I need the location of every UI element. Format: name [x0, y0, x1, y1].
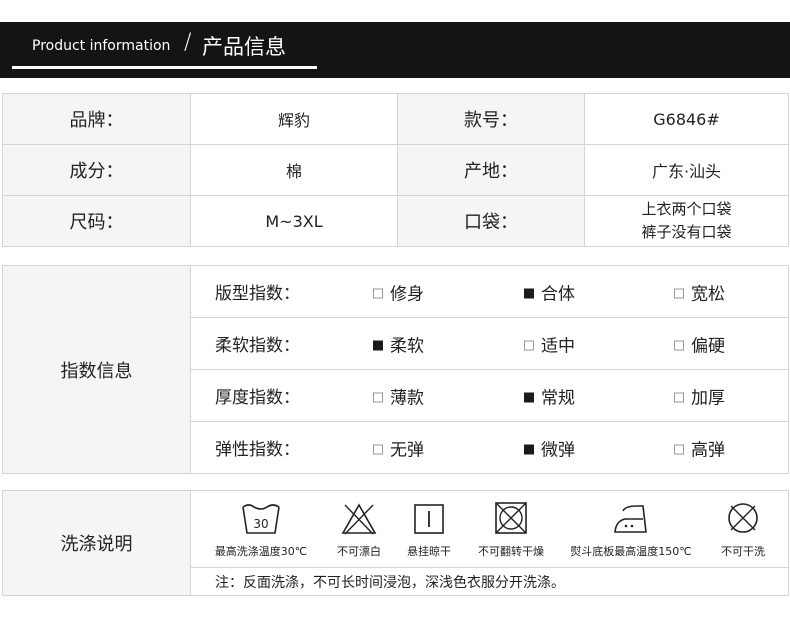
index-option-label: 微弹	[541, 440, 575, 460]
no-tumble-dry-item: 不可翻转干燥	[461, 499, 561, 559]
index-option-label: 加厚	[691, 388, 725, 408]
iron-label: 熨斗底板最高温度150℃	[570, 545, 692, 558]
index-option-label: 薄款	[390, 388, 424, 408]
index-option: 微弹	[524, 435, 575, 460]
wash-30-item: 30 最高洗涤温度30℃	[201, 499, 321, 559]
table-row: 洗涤说明 30 最高洗涤温度30℃ 不可漂白 悬挂晾干 不可翻转干燥 熨斗底板最…	[2, 490, 789, 596]
material-value: 棉	[190, 144, 398, 196]
table-row: 品牌： 辉豹 款号： G6846#	[2, 93, 789, 145]
elasticity-index-row: 弹性指数： 无弹 微弹 高弹	[190, 421, 789, 474]
softness-index-label: 柔软指数：	[215, 336, 300, 356]
wash-30-label: 最高洗涤温度30℃	[214, 545, 308, 558]
product-info-table: 品牌： 辉豹 款号： G6846# 成分： 棉 产地： 广东·汕头 尺码： M~…	[2, 93, 789, 247]
index-option-label: 适中	[541, 336, 575, 356]
size-value: M~3XL	[190, 195, 398, 247]
table-row: 尺码： M~3XL 口袋： 上衣两个口袋 裤子没有口袋	[2, 195, 789, 247]
header-underline	[12, 66, 317, 69]
index-option-label: 偏硬	[691, 336, 725, 356]
care-note: 注：反面洗涤，不可长时间浸泡，深浅色衣服分开洗涤。	[190, 567, 789, 596]
header-slash: /	[184, 30, 192, 55]
wash-30-number: 30	[253, 517, 268, 531]
checked-box-icon	[524, 392, 534, 402]
care-title: 洗涤说明	[2, 490, 191, 596]
index-option: 高弹	[674, 435, 725, 460]
iron-item: 熨斗底板最高温度150℃	[561, 499, 701, 559]
style-number-value: G6846#	[584, 93, 789, 145]
no-dry-clean-item: 不可干洗	[703, 499, 783, 559]
unchecked-box-icon	[674, 340, 684, 350]
checked-box-icon	[373, 340, 383, 350]
pocket-value-line-2: 裤子没有口袋	[641, 223, 732, 241]
index-option: 无弹	[373, 435, 424, 460]
header-title-zh: 产品信息	[202, 35, 286, 59]
no-tumble-dry-icon	[495, 502, 527, 534]
index-option-label: 柔软	[390, 336, 424, 356]
index-option: 偏硬	[674, 331, 725, 356]
index-option-label: 常规	[541, 388, 575, 408]
checked-box-icon	[524, 444, 534, 454]
brand-label: 品牌：	[2, 93, 191, 145]
no-tumble-dry-label: 不可翻转干燥	[478, 545, 544, 558]
fit-index-row: 版型指数： 修身 合体 宽松	[190, 265, 789, 318]
elasticity-index-label: 弹性指数：	[215, 440, 300, 460]
line-dry-label: 悬挂晾干	[407, 545, 451, 558]
index-option-label: 高弹	[691, 440, 725, 460]
index-option: 常规	[524, 383, 575, 408]
table-row: 指数信息 版型指数： 修身 合体 宽松	[2, 265, 789, 474]
unchecked-box-icon	[373, 392, 383, 402]
unchecked-box-icon	[674, 288, 684, 298]
index-option-label: 宽松	[691, 284, 725, 304]
care-icons-cell: 30 最高洗涤温度30℃ 不可漂白 悬挂晾干 不可翻转干燥 熨斗底板最高温度15…	[190, 490, 789, 568]
thickness-index-row: 厚度指数： 薄款 常规 加厚	[190, 369, 789, 422]
index-option: 修身	[373, 279, 424, 304]
unchecked-box-icon	[373, 288, 383, 298]
material-label: 成分：	[2, 144, 191, 196]
no-bleach-label: 不可漂白	[337, 545, 381, 558]
unchecked-box-icon	[524, 340, 534, 350]
iron-icon	[614, 505, 647, 533]
index-option: 适中	[524, 331, 575, 356]
no-dry-clean-label: 不可干洗	[721, 545, 765, 558]
line-dry-item: 悬挂晾干	[389, 499, 469, 559]
unchecked-box-icon	[674, 392, 684, 402]
index-option-label: 无弹	[390, 440, 424, 460]
index-info-table: 指数信息 版型指数： 修身 合体 宽松 柔软指数： 柔软 适中 偏硬 厚度指数： 薄款 常规 加…	[2, 265, 789, 474]
header-title-en: Product information	[32, 38, 171, 54]
softness-index-row: 柔软指数： 柔软 适中 偏硬	[190, 317, 789, 370]
index-option: 宽松	[674, 279, 725, 304]
style-number-label: 款号：	[397, 93, 585, 145]
unchecked-box-icon	[674, 444, 684, 454]
index-option-label: 修身	[390, 284, 424, 304]
origin-value: 广东·汕头	[584, 144, 789, 196]
section-header: Product information / 产品信息	[0, 22, 790, 78]
index-title: 指数信息	[2, 265, 191, 474]
thickness-index-label: 厚度指数：	[215, 388, 300, 408]
no-dry-clean-icon	[728, 503, 758, 533]
index-option: 加厚	[674, 383, 725, 408]
pocket-label: 口袋：	[397, 195, 585, 247]
checked-box-icon	[524, 288, 534, 298]
table-row: 成分： 棉 产地： 广东·汕头	[2, 144, 789, 196]
brand-value: 辉豹	[190, 93, 398, 145]
fit-index-label: 版型指数：	[215, 284, 300, 304]
origin-label: 产地：	[397, 144, 585, 196]
unchecked-box-icon	[373, 444, 383, 454]
care-table: 洗涤说明 30 最高洗涤温度30℃ 不可漂白 悬挂晾干 不可翻转干燥 熨斗底板最…	[2, 490, 789, 596]
index-option: 柔软	[373, 331, 424, 356]
pocket-value-line-1: 上衣两个口袋	[641, 200, 732, 218]
index-option: 薄款	[373, 383, 424, 408]
index-option: 合体	[524, 279, 575, 304]
line-dry-icon	[414, 504, 444, 534]
wash-30-icon: 30	[242, 504, 280, 534]
pocket-value: 上衣两个口袋 裤子没有口袋	[584, 195, 789, 247]
index-option-label: 合体	[541, 284, 575, 304]
size-label: 尺码：	[2, 195, 191, 247]
no-bleach-item: 不可漂白	[319, 499, 399, 559]
no-bleach-icon	[341, 503, 377, 535]
